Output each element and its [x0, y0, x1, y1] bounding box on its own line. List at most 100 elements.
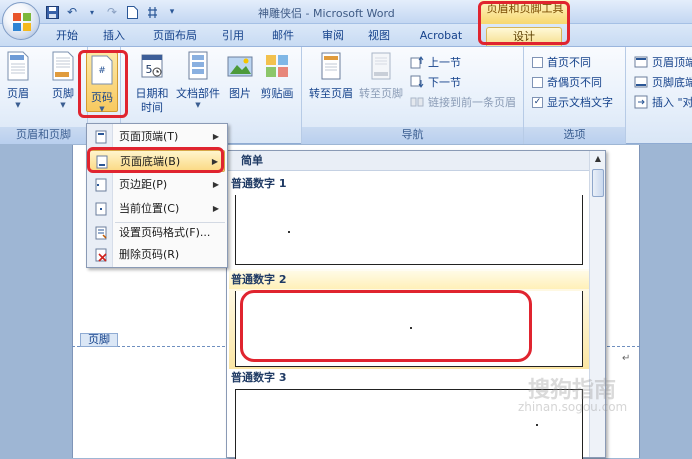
previous-section-icon [410, 56, 424, 69]
window-title: 神雕侠侣 - Microsoft Word [258, 7, 395, 20]
previous-section-button[interactable]: 上一节 [410, 53, 461, 71]
customize-qat-icon[interactable]: ▾ [164, 4, 180, 20]
menu-item-label: 页面顶端(T) [119, 130, 179, 143]
picture-button[interactable]: 图片 [227, 51, 253, 101]
gallery-item-plain-number-1[interactable] [235, 195, 583, 265]
goto-header-button[interactable]: 转至页眉 [308, 51, 354, 101]
goto-footer-label: 转至页脚 [359, 87, 403, 100]
picture-icon [227, 56, 253, 77]
show-document-text-option[interactable]: ✓ 显示文档文字 [532, 93, 613, 111]
footer-icon [52, 51, 74, 81]
document-parts-label: 文档部件 [176, 87, 220, 100]
date-time-label-line2: 时间 [141, 101, 163, 114]
tab-review[interactable]: 审阅 [318, 27, 348, 46]
clip-art-button[interactable]: 剪贴画 [259, 51, 295, 101]
link-to-previous-label: 链接到前一条页眉 [428, 96, 516, 109]
menu-item-bottom-of-page[interactable]: 页面底端(B) ▶ [89, 150, 225, 172]
page-number-label: 页码 [91, 91, 113, 104]
title-bar: ↶ ▾ ↷ ▾ 神雕侠侣 - Microsoft Word 页眉和页脚工具 [0, 0, 692, 24]
different-odd-even-checkbox[interactable] [532, 76, 543, 88]
quick-access-dropdown-icon[interactable]: ▾ [84, 4, 100, 20]
link-to-previous-button[interactable]: 链接到前一条页眉 [410, 93, 516, 111]
footer-bottom-label: 页脚底端 [652, 76, 692, 89]
date-time-label-line1: 日期和 [135, 87, 169, 100]
group-options: 首页不同 奇偶页不同 ✓ 显示文档文字 选项 [524, 47, 626, 144]
different-odd-even-label: 奇偶页不同 [547, 76, 602, 89]
paragraph-mark: ↵ [622, 353, 631, 364]
show-document-text-checkbox[interactable]: ✓ [532, 96, 543, 108]
undo-icon[interactable]: ↶ [64, 4, 80, 20]
document-parts-button[interactable]: 文档部件 ▼ [175, 51, 221, 109]
redo-icon[interactable]: ↷ [104, 4, 120, 20]
office-logo-icon [13, 13, 31, 31]
different-first-page-option[interactable]: 首页不同 [532, 53, 591, 71]
insert-alignment-icon [634, 95, 648, 109]
clip-art-icon [266, 55, 288, 77]
context-tool-title: 页眉和页脚工具 [480, 0, 570, 24]
footer-bottom-position[interactable]: 页脚底端 [634, 73, 692, 91]
office-button[interactable] [2, 2, 40, 40]
format-page-numbers-icon [95, 226, 107, 240]
link-icon [410, 97, 424, 107]
menu-item-page-margins[interactable]: 页边距(P) ▶ [89, 174, 225, 196]
footer-button[interactable]: 页脚 ▼ [50, 51, 76, 109]
chevron-down-icon: ▼ [99, 105, 105, 113]
group-header-footer: 页眉 ▼ 页脚 ▼ 页眉和页脚 [0, 47, 88, 144]
group-label-options: 选项 [524, 127, 625, 144]
insert-alignment-label: 插入 "对 [652, 96, 692, 109]
clip-art-label: 剪贴画 [260, 87, 294, 100]
header-top-position[interactable]: 页眉顶端 [634, 53, 692, 71]
page-number-button[interactable]: # 页码 ▼ [86, 52, 118, 113]
save-icon[interactable] [44, 4, 60, 20]
tab-page-layout[interactable]: 页面布局 [148, 27, 202, 46]
chevron-down-icon: ▼ [60, 101, 66, 109]
page-number-dot [410, 327, 412, 329]
menu-item-top-of-page[interactable]: 页面顶端(T) ▶ [89, 126, 225, 148]
different-odd-even-option[interactable]: 奇偶页不同 [532, 73, 602, 91]
header-label: 页眉 [7, 87, 29, 100]
next-section-button[interactable]: 下一节 [410, 73, 461, 91]
tab-acrobat[interactable]: Acrobat [414, 27, 468, 46]
different-first-page-checkbox[interactable] [532, 56, 543, 68]
insert-alignment-tab[interactable]: 插入 "对 [634, 93, 692, 111]
tab-view[interactable]: 视图 [364, 27, 394, 46]
bottom-of-page-icon [96, 155, 108, 169]
group-label-header-footer: 页眉和页脚 [0, 127, 87, 144]
gallery-item-label-2: 普通数字 2 [229, 271, 589, 289]
menu-item-label: 页边距(P) [119, 178, 168, 191]
tab-insert[interactable]: 插入 [98, 27, 130, 46]
tab-home[interactable]: 开始 [52, 27, 82, 46]
submenu-arrow-icon: ▶ [212, 204, 219, 213]
word-window: ↶ ▾ ↷ ▾ 神雕侠侣 - Microsoft Word 页眉和页脚工具 开始… [0, 0, 692, 459]
gallery-item-label-1: 普通数字 1 [231, 177, 287, 190]
goto-footer-button[interactable]: 转至页脚 [358, 51, 404, 101]
new-document-icon[interactable] [124, 4, 140, 20]
group-label-navigation: 导航 [302, 127, 523, 144]
page-number-icon: # [91, 55, 113, 85]
calendar-icon: 5 [141, 54, 163, 78]
next-section-icon [410, 75, 424, 88]
menu-item-format-page-numbers[interactable]: 设置页码格式(F)... [89, 222, 225, 244]
date-time-button[interactable]: 5 日期和 时间 [133, 51, 171, 115]
chevron-down-icon: ▼ [195, 101, 201, 109]
header-position-icon [634, 56, 648, 68]
group-navigation: 转至页眉 转至页脚 上一节 下一节 链接到前一条页眉 导航 [302, 47, 524, 144]
page-number-menu: 页面顶端(T) ▶ 页面底端(B) ▶ 页边距(P) ▶ 当前位置(C) ▶ 设… [86, 123, 228, 268]
submenu-arrow-icon: ▶ [212, 180, 219, 189]
menu-item-label: 当前位置(C) [119, 202, 180, 215]
scroll-thumb[interactable] [592, 169, 604, 197]
header-button[interactable]: 页眉 ▼ [5, 51, 31, 109]
tab-mailings[interactable]: 邮件 [268, 27, 298, 46]
footer-position-icon [634, 76, 648, 88]
gallery-section-title: 简单 [227, 151, 589, 171]
page-number-dot [288, 231, 290, 233]
watermark-url: zhinan.sogou.com [518, 400, 628, 414]
table-icon[interactable] [144, 4, 160, 20]
gallery-item-plain-number-2[interactable] [235, 291, 583, 367]
next-section-label: 下一节 [428, 76, 461, 89]
menu-item-current-position[interactable]: 当前位置(C) ▶ [89, 198, 225, 220]
scroll-up-icon[interactable]: ▲ [590, 151, 606, 167]
menu-item-remove-page-numbers[interactable]: 删除页码(R) [89, 244, 225, 266]
tab-references[interactable]: 引用 [218, 27, 248, 46]
tab-design[interactable]: 设计 [486, 27, 562, 46]
